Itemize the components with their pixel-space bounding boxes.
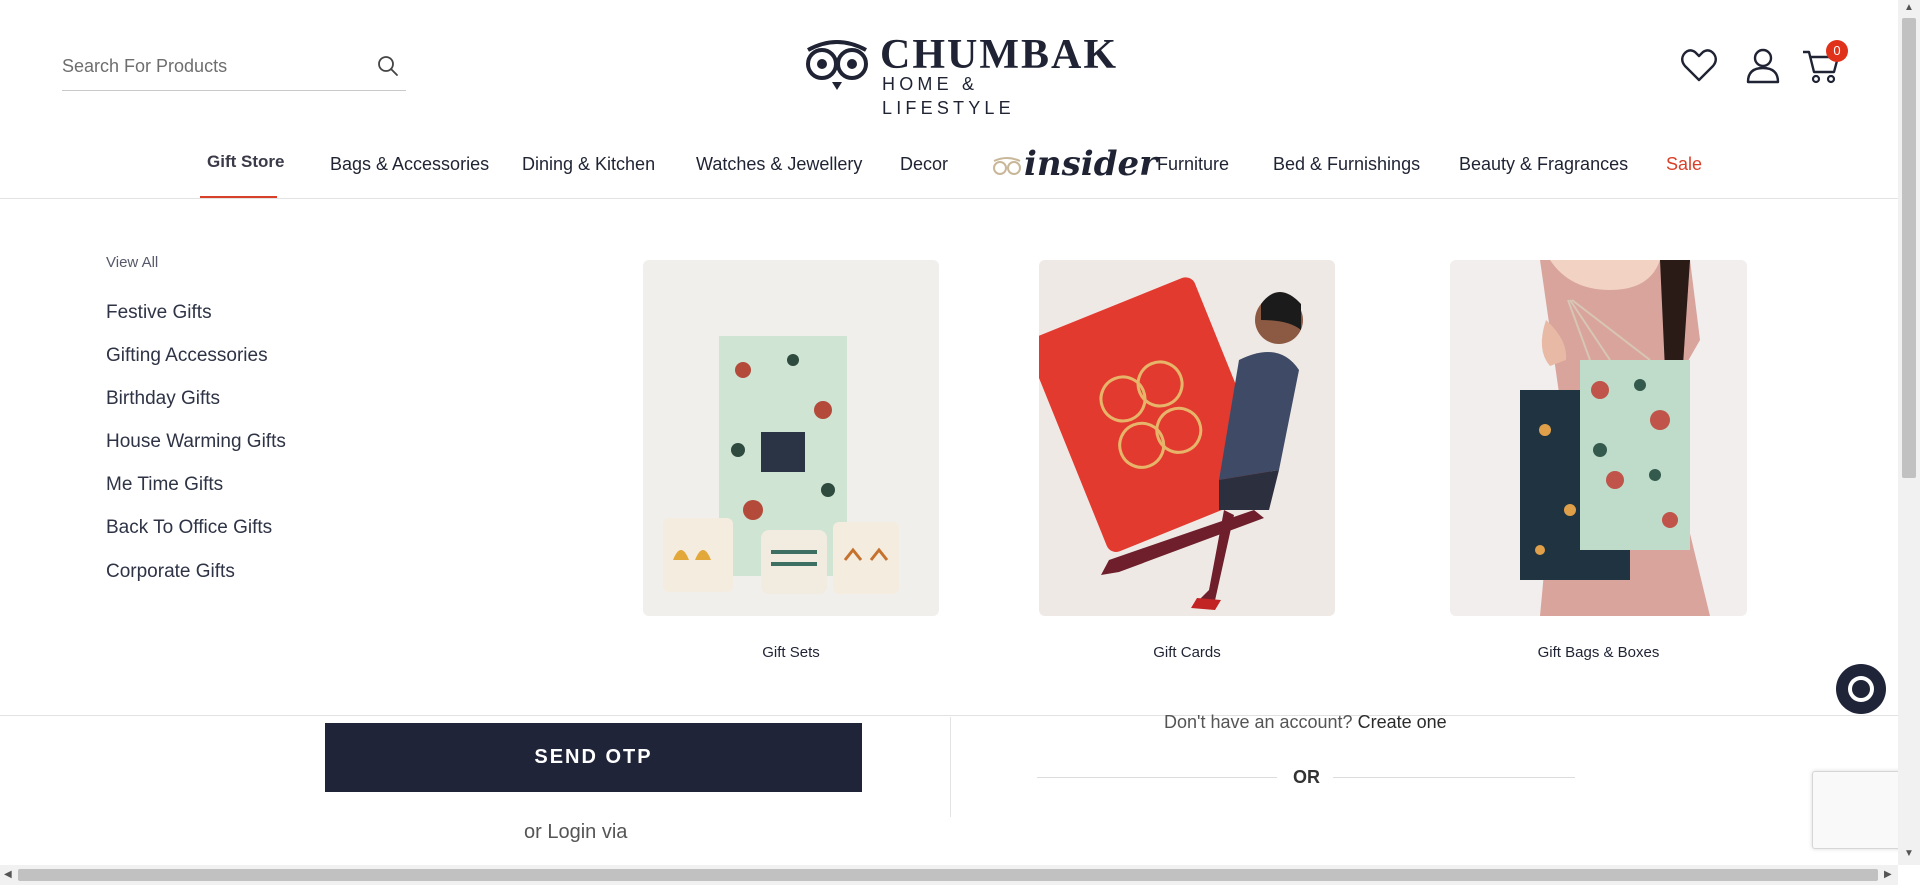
scroll-down-arrow-icon[interactable]: ▼: [1904, 848, 1914, 859]
dropdown-bottom-divider: [0, 715, 1898, 716]
search-input[interactable]: [62, 50, 362, 82]
dropdown-link-birthday-gifts[interactable]: Birthday Gifts: [106, 388, 220, 410]
dropdown-link-house-warming-gifts[interactable]: House Warming Gifts: [106, 431, 286, 453]
nav-item-decor[interactable]: Decor: [900, 154, 948, 175]
account-user-icon[interactable]: [1742, 44, 1784, 86]
chat-icon-center: [1852, 680, 1870, 698]
dropdown-link-me-time-gifts[interactable]: Me Time Gifts: [106, 474, 223, 496]
nav-item-gift-store[interactable]: Gift Store: [207, 152, 284, 172]
scroll-left-arrow-icon[interactable]: ◀: [4, 869, 12, 880]
gift-bags-label[interactable]: Gift Bags & Boxes: [1450, 644, 1747, 661]
nav-item-bed-furnishings[interactable]: Bed & Furnishings: [1273, 154, 1420, 175]
no-account-label: Don't have an account?: [1164, 712, 1353, 732]
or-separator-text: OR: [1293, 767, 1320, 787]
gift-bags-image[interactable]: [1450, 260, 1747, 616]
recaptcha-badge[interactable]: [1812, 771, 1904, 849]
dropdown-link-corporate-gifts[interactable]: Corporate Gifts: [106, 561, 235, 583]
dropdown-link-festive-gifts[interactable]: Festive Gifts: [106, 302, 212, 324]
search-icon[interactable]: [376, 54, 400, 78]
dropdown-link-gifting-accessories[interactable]: Gifting Accessories: [106, 345, 268, 367]
owl-logo-icon: [806, 40, 868, 90]
dropdown-link-back-to-office-gifts[interactable]: Back To Office Gifts: [106, 517, 272, 539]
scroll-right-arrow-icon[interactable]: ▶: [1884, 869, 1892, 880]
horizontal-scrollbar[interactable]: ◀ ▶: [0, 865, 1898, 885]
login-vertical-divider: [950, 717, 951, 817]
nav-item-sale[interactable]: Sale: [1666, 154, 1702, 175]
search-bar: [62, 46, 406, 91]
nav-item-bags-accessories[interactable]: Bags & Accessories: [330, 154, 489, 175]
gift-box-mugs-illustration: [663, 336, 899, 594]
cart-count-badge: 0: [1826, 40, 1848, 62]
nav-item-furniture[interactable]: Furniture: [1157, 154, 1229, 175]
main-nav: Gift Store Bags & Accessories Dining & K…: [0, 130, 1898, 199]
view-all-link[interactable]: View All: [106, 254, 158, 271]
gift-sets-label[interactable]: Gift Sets: [643, 644, 939, 661]
logo-tagline: HOME & LIFESTYLE: [882, 74, 1015, 118]
chat-bubble-button[interactable]: [1836, 664, 1886, 714]
create-account-link[interactable]: Create one: [1358, 712, 1447, 732]
gift-cards-image[interactable]: [1039, 260, 1335, 616]
horizontal-scroll-thumb[interactable]: [18, 869, 1878, 881]
insider-owl-icon: [993, 157, 1021, 175]
vertical-scroll-thumb[interactable]: [1902, 18, 1916, 478]
gift-cards-label[interactable]: Gift Cards: [1039, 644, 1335, 661]
woman-with-gift-card-illustration: [1039, 277, 1303, 610]
logo-wordmark: CHUMBAK: [880, 32, 1118, 78]
vertical-scrollbar[interactable]: ▲ ▼: [1898, 0, 1920, 865]
gift-sets-image[interactable]: [643, 260, 939, 616]
send-otp-button[interactable]: SEND OTP: [325, 723, 862, 792]
cart-button[interactable]: 0: [1800, 40, 1848, 86]
chumbak-logo[interactable]: CHUMBAK HOME & LIFESTYLE: [802, 34, 1116, 118]
wishlist-heart-icon[interactable]: [1678, 44, 1720, 86]
nav-active-underline: [200, 196, 277, 198]
or-login-via-text: or Login via: [524, 821, 628, 843]
or-divider-left: [1037, 777, 1277, 778]
scroll-up-arrow-icon[interactable]: ▲: [1904, 2, 1914, 13]
nav-item-beauty-fragrances[interactable]: Beauty & Fragrances: [1459, 154, 1628, 175]
no-account-text: Don't have an account? Create one: [1164, 712, 1447, 733]
or-divider-right: [1333, 777, 1575, 778]
nav-item-dining-kitchen[interactable]: Dining & Kitchen: [522, 154, 655, 175]
woman-with-gift-bags-illustration: [1520, 260, 1710, 616]
nav-item-watches-jewellery[interactable]: Watches & Jewellery: [696, 154, 862, 175]
insider-wordmark: insider: [1024, 144, 1158, 184]
